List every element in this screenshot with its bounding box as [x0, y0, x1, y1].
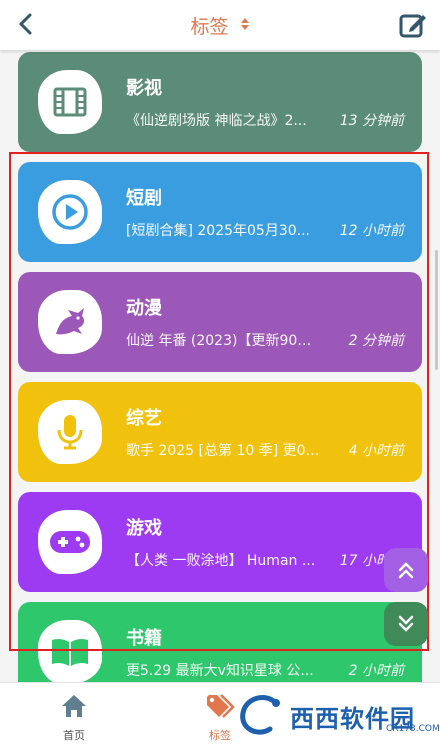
scroll-top-button[interactable] — [384, 548, 428, 592]
double-chevron-down-icon — [398, 615, 414, 632]
book-icon — [52, 638, 88, 666]
top-bar: 标签 — [0, 0, 440, 50]
card-name: 游戏 — [126, 518, 162, 539]
watermark-sub: CR173.COM — [386, 724, 440, 734]
tag-card-anime[interactable]: 动漫 仙逆 年番 (2023)【更新90集... 2 分钟前 — [18, 272, 422, 372]
tag-card-books[interactable]: 书籍 更5.29 最新大v知识星球 公... 2 小时前 — [18, 602, 422, 682]
tag-list[interactable]: 影视 《仙逆剧场版 神临之战》2... 13 分钟前 短剧 [短剧合集] 202… — [0, 50, 440, 682]
card-latest-title: [短剧合集] 2025年05月30... — [126, 223, 310, 239]
card-latest-title: 【人类 一败涂地】 Human ... — [126, 553, 316, 569]
play-icon — [52, 194, 88, 230]
tag-card-short-drama[interactable]: 短剧 [短剧合集] 2025年05月30... 12 小时前 — [18, 162, 422, 262]
card-time: 2 小时前 — [348, 663, 404, 679]
tag-icon — [207, 694, 235, 718]
card-time: 12 小时前 — [339, 223, 404, 239]
card-time: 2 分钟前 — [348, 333, 404, 349]
edit-square-icon — [399, 14, 426, 38]
dragon-icon — [56, 308, 85, 335]
card-latest-title: 《仙逆剧场版 神临之战》2... — [126, 113, 307, 129]
gamepad-icon — [50, 531, 90, 553]
scrollbar[interactable] — [435, 250, 438, 370]
card-name: 书籍 — [126, 628, 162, 649]
card-name: 短剧 — [126, 188, 162, 209]
sort-updown-icon — [240, 16, 250, 35]
card-name: 综艺 — [126, 408, 162, 429]
home-icon — [62, 695, 86, 717]
card-latest-title: 更5.29 最新大v知识星球 公... — [126, 663, 314, 679]
double-chevron-up-icon — [398, 562, 414, 579]
film-icon — [53, 87, 87, 117]
microphone-icon — [57, 415, 83, 450]
scroll-bottom-button[interactable] — [384, 602, 428, 646]
card-latest-title: 仙逆 年番 (2023)【更新90集... — [126, 333, 324, 349]
nav-home-label: 首页 — [63, 729, 85, 742]
card-name: 影视 — [126, 78, 162, 99]
watermark-swirl-icon — [240, 695, 280, 735]
tag-card-variety[interactable]: 综艺 歌手 2025 [总第 10 季] 更05... 4 小时前 — [18, 382, 422, 482]
nav-home[interactable]: 首页 — [44, 693, 104, 743]
edit-button[interactable] — [398, 10, 426, 38]
tag-card-film[interactable]: 影视 《仙逆剧场版 神临之战》2... 13 分钟前 — [18, 52, 422, 152]
card-time: 13 分钟前 — [339, 113, 404, 129]
watermark-logo: 西西软件园 CR173.COM — [236, 688, 440, 744]
card-name: 动漫 — [126, 298, 162, 319]
card-time: 4 小时前 — [348, 443, 404, 459]
page-title: 标签 — [190, 16, 229, 38]
card-latest-title: 歌手 2025 [总第 10 季] 更05... — [126, 443, 324, 459]
title-dropdown[interactable]: 标签 — [0, 12, 440, 39]
tag-card-games[interactable]: 游戏 【人类 一败涂地】 Human ... 17 小时前 — [18, 492, 422, 592]
